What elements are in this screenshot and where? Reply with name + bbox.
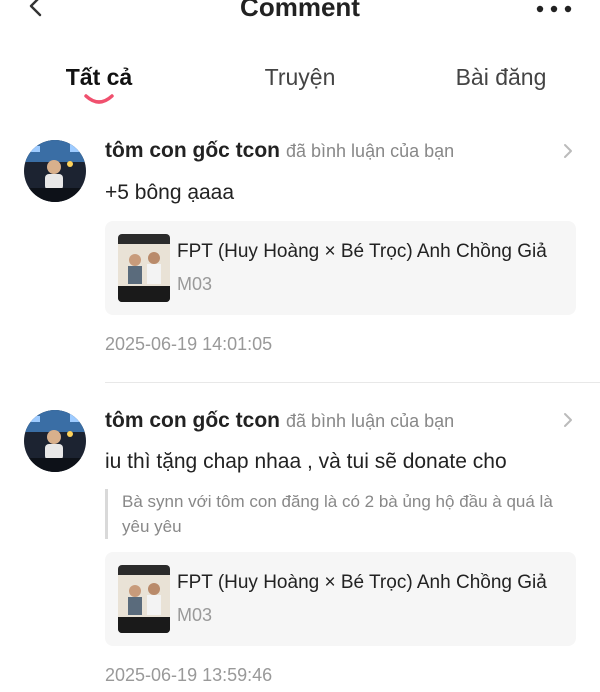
comment-action: đã bình luận của bạn bbox=[286, 141, 455, 161]
comment-text: iu thì tặng chap nhaa , và tui sẽ donate… bbox=[105, 450, 507, 473]
comment-timestamp: 2025-06-19 13:59:46 bbox=[105, 665, 273, 685]
avatar[interactable] bbox=[24, 410, 86, 472]
quoted-reply: Bà synn với tôm con đăng là có 2 bà ủng … bbox=[105, 489, 580, 539]
comment-text: +5 bông ạaaa bbox=[105, 181, 235, 204]
story-chapter: M03 bbox=[177, 274, 213, 294]
story-thumbnail bbox=[118, 565, 170, 633]
avatar[interactable] bbox=[24, 140, 86, 202]
comment-header: tôm con gốc tcon đã bình luận của bạn bbox=[105, 137, 454, 167]
more-horizontal-icon[interactable] bbox=[534, 3, 574, 15]
divider bbox=[105, 382, 600, 383]
comment-header: tôm con gốc tcon đã bình luận của bạn bbox=[105, 407, 454, 437]
tab-posts[interactable]: Bài đăng bbox=[452, 60, 550, 94]
tab-all[interactable]: Tất cả bbox=[62, 60, 136, 94]
story-thumbnail bbox=[118, 234, 170, 302]
tab-stories[interactable]: Truyện bbox=[262, 60, 338, 94]
avatar-image bbox=[24, 410, 86, 472]
active-tab-indicator bbox=[84, 94, 114, 104]
story-chapter: M03 bbox=[177, 605, 213, 625]
header-bar: Comment bbox=[0, 0, 600, 36]
username[interactable]: tôm con gốc tcon bbox=[105, 409, 280, 432]
username[interactable]: tôm con gốc tcon bbox=[105, 139, 280, 162]
comment-action: đã bình luận của bạn bbox=[286, 411, 455, 431]
page-title: Comment bbox=[240, 0, 360, 22]
chevron-right-icon[interactable] bbox=[561, 142, 575, 160]
story-card[interactable]: FPT (Huy Hoàng × Bé Trọc) Anh Chồng Giả … bbox=[105, 552, 576, 646]
story-title: FPT (Huy Hoàng × Bé Trọc) Anh Chồng Giả bbox=[177, 572, 547, 593]
chevron-right-icon[interactable] bbox=[561, 411, 575, 429]
comment-timestamp: 2025-06-19 14:01:05 bbox=[105, 334, 273, 354]
story-card[interactable]: FPT (Huy Hoàng × Bé Trọc) Anh Chồng Giả … bbox=[105, 221, 576, 315]
avatar-image bbox=[24, 140, 86, 202]
story-title: FPT (Huy Hoàng × Bé Trọc) Anh Chồng Giả bbox=[177, 241, 547, 262]
